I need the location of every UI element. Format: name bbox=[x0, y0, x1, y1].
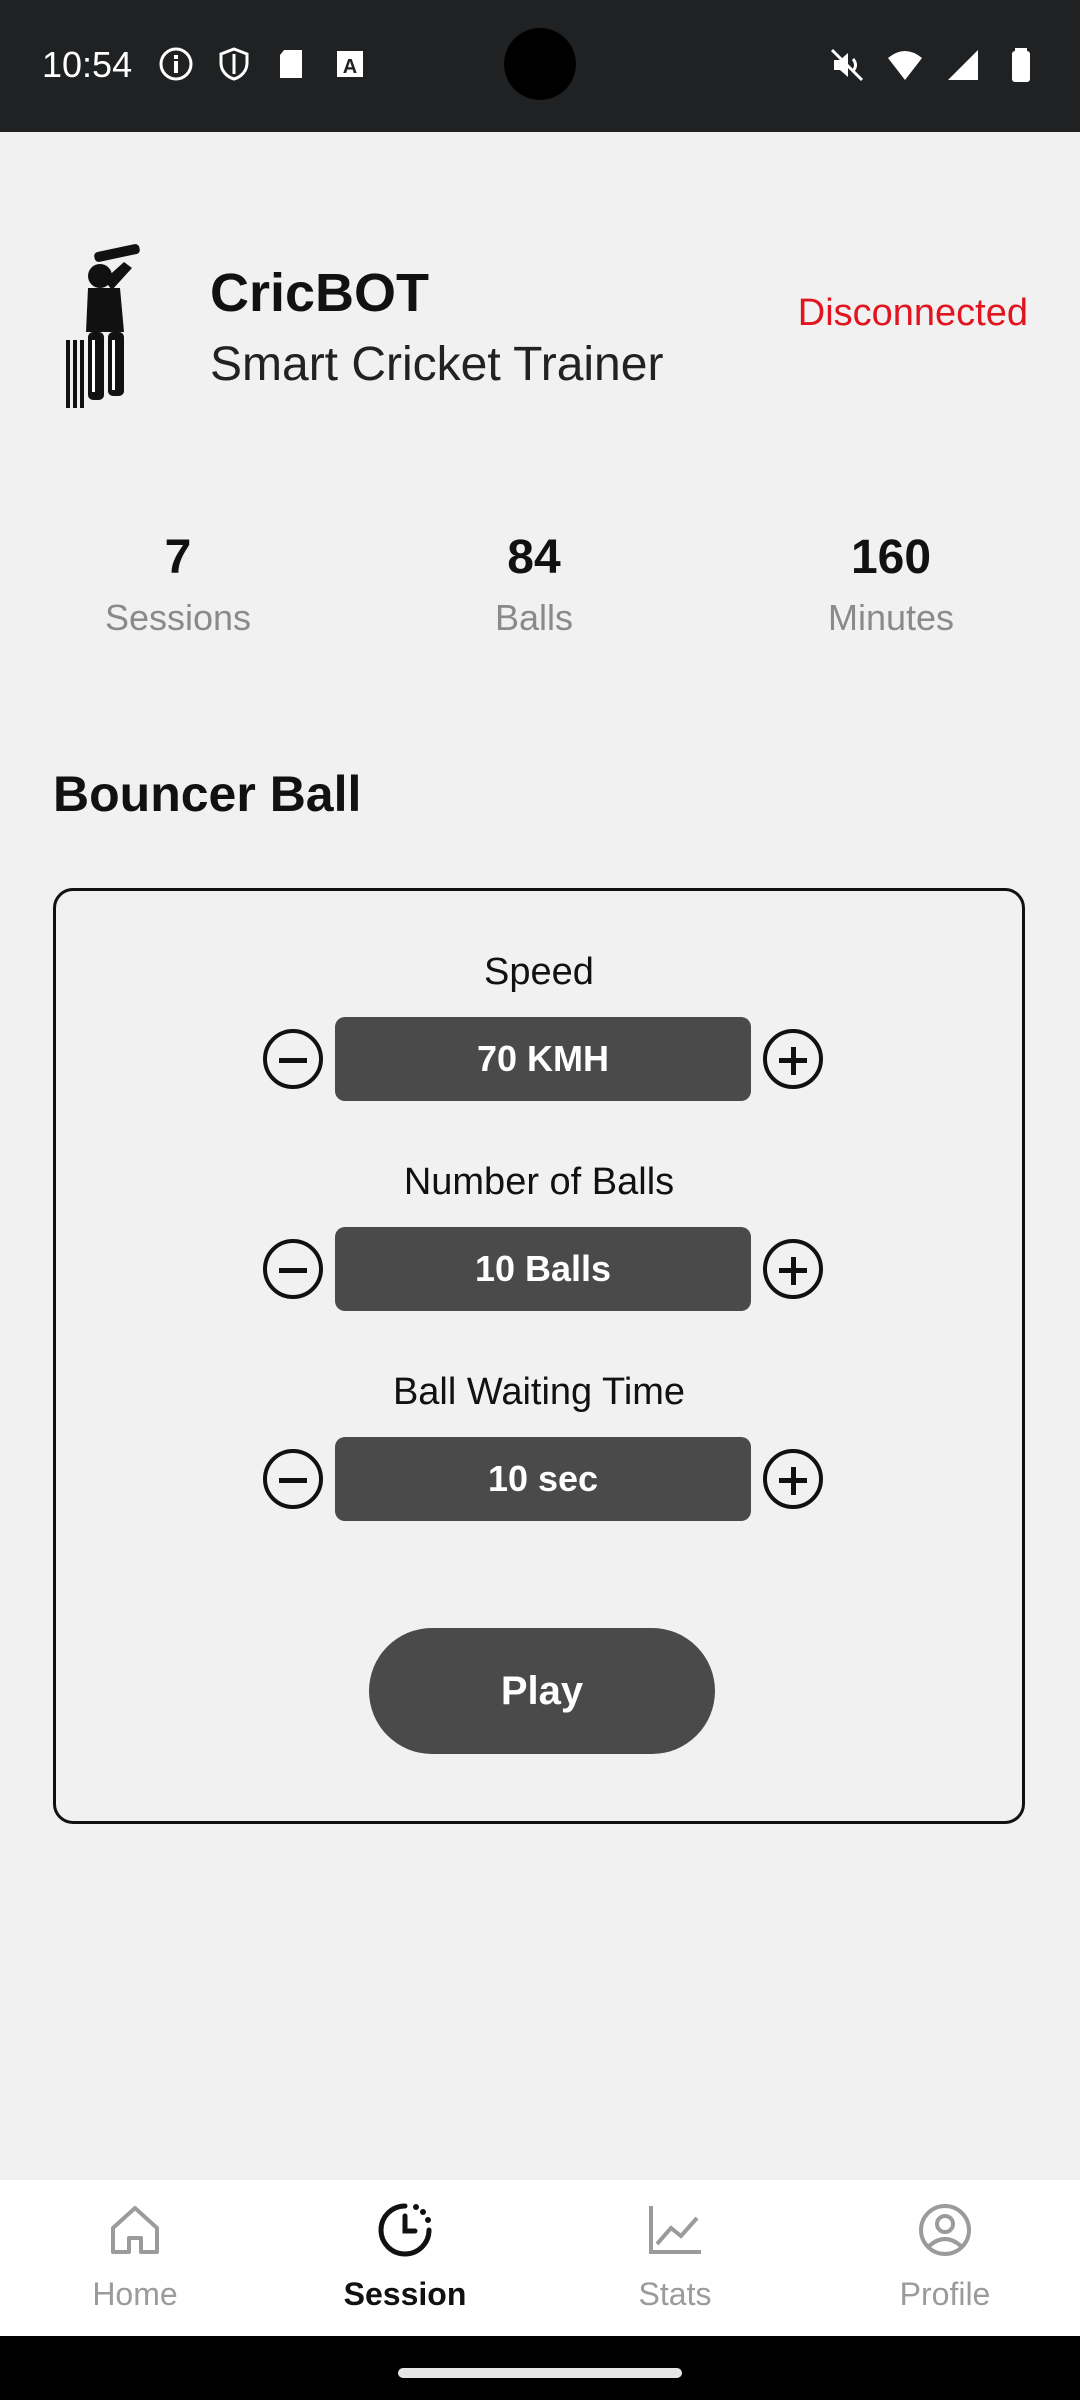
app-header: CricBOT Smart Cricket Trainer Disconnect… bbox=[0, 132, 1080, 462]
stat-label: Sessions bbox=[104, 597, 252, 638]
balls-decrease-button[interactable] bbox=[263, 1239, 323, 1299]
waiting-time-label: Ball Waiting Time bbox=[392, 1371, 686, 1413]
speed-stepper: 70 KMH bbox=[263, 1017, 823, 1101]
speed-increase-button[interactable] bbox=[763, 1029, 823, 1089]
clock-icon bbox=[375, 2200, 435, 2260]
gesture-bar bbox=[0, 2336, 1080, 2400]
info-icon bbox=[158, 46, 194, 82]
nav-item-session[interactable]: Session bbox=[270, 2200, 540, 2313]
plus-icon-vertical bbox=[790, 1467, 796, 1495]
stats-row: 7 Sessions 84 Balls 160 Minutes bbox=[0, 530, 1080, 670]
stat-value: 7 bbox=[164, 531, 192, 584]
play-button[interactable]: Play bbox=[369, 1628, 715, 1754]
nav-item-home[interactable]: Home bbox=[0, 2200, 270, 2313]
sdcard-icon bbox=[274, 46, 310, 82]
stat-value: 160 bbox=[850, 531, 932, 584]
status-bar: 10:54 A bbox=[0, 0, 1080, 132]
section-title: Bouncer Ball bbox=[53, 766, 362, 822]
app-subtitle: Smart Cricket Trainer bbox=[210, 338, 664, 391]
svg-text:A: A bbox=[343, 56, 357, 78]
balls-label: Number of Balls bbox=[403, 1161, 675, 1203]
nav-item-stats[interactable]: Stats bbox=[540, 2200, 810, 2313]
battery-icon bbox=[1002, 46, 1040, 84]
cricket-batsman-icon bbox=[64, 240, 154, 410]
gesture-handle[interactable] bbox=[398, 2368, 682, 2378]
balls-value: 10 Balls bbox=[335, 1227, 751, 1311]
waiting-time-stepper: 10 sec bbox=[263, 1437, 823, 1521]
plus-icon-vertical bbox=[790, 1047, 796, 1075]
waiting-time-decrease-button[interactable] bbox=[263, 1449, 323, 1509]
stat-label: Minutes bbox=[827, 597, 955, 638]
profile-icon bbox=[915, 2200, 975, 2260]
connection-status[interactable]: Disconnected bbox=[798, 292, 1028, 335]
nav-label: Home bbox=[92, 2276, 178, 2312]
signal-icon bbox=[944, 46, 982, 84]
speed-value: 70 KMH bbox=[335, 1017, 751, 1101]
camera-cutout bbox=[504, 28, 576, 100]
nav-label: Stats bbox=[638, 2276, 712, 2312]
plus-icon-vertical bbox=[790, 1257, 796, 1285]
chart-icon bbox=[645, 2200, 705, 2260]
wifi-icon bbox=[886, 46, 924, 84]
status-time: 10:54 bbox=[42, 44, 133, 85]
stat-minutes: 160 Minutes bbox=[741, 530, 1041, 639]
waiting-time-value: 10 sec bbox=[335, 1437, 751, 1521]
stat-label: Balls bbox=[494, 597, 574, 638]
stat-balls: 84 Balls bbox=[384, 530, 684, 639]
balls-increase-button[interactable] bbox=[763, 1239, 823, 1299]
waiting-time-increase-button[interactable] bbox=[763, 1449, 823, 1509]
home-icon bbox=[105, 2200, 165, 2260]
text-a-icon: A bbox=[332, 46, 368, 82]
stat-sessions: 7 Sessions bbox=[28, 530, 328, 639]
stat-value: 84 bbox=[507, 531, 561, 584]
bottom-nav: Home Session Stats Profile bbox=[0, 2180, 1080, 2336]
nav-item-profile[interactable]: Profile bbox=[810, 2200, 1080, 2313]
nav-label: Profile bbox=[899, 2276, 991, 2312]
nav-label: Session bbox=[343, 2276, 467, 2312]
minus-icon bbox=[279, 1478, 307, 1483]
balls-stepper: 10 Balls bbox=[263, 1227, 823, 1311]
minus-icon bbox=[279, 1058, 307, 1063]
minus-icon bbox=[279, 1268, 307, 1273]
shield-icon bbox=[216, 46, 252, 82]
mute-icon bbox=[828, 46, 866, 84]
ball-settings-card: Speed 70 KMH Number of Balls 10 Balls Ba… bbox=[53, 888, 1025, 1824]
speed-decrease-button[interactable] bbox=[263, 1029, 323, 1089]
status-left-icons: A bbox=[158, 46, 368, 82]
app-title: CricBOT bbox=[210, 263, 430, 323]
status-right-icons bbox=[828, 46, 1040, 84]
speed-label: Speed bbox=[484, 951, 594, 993]
